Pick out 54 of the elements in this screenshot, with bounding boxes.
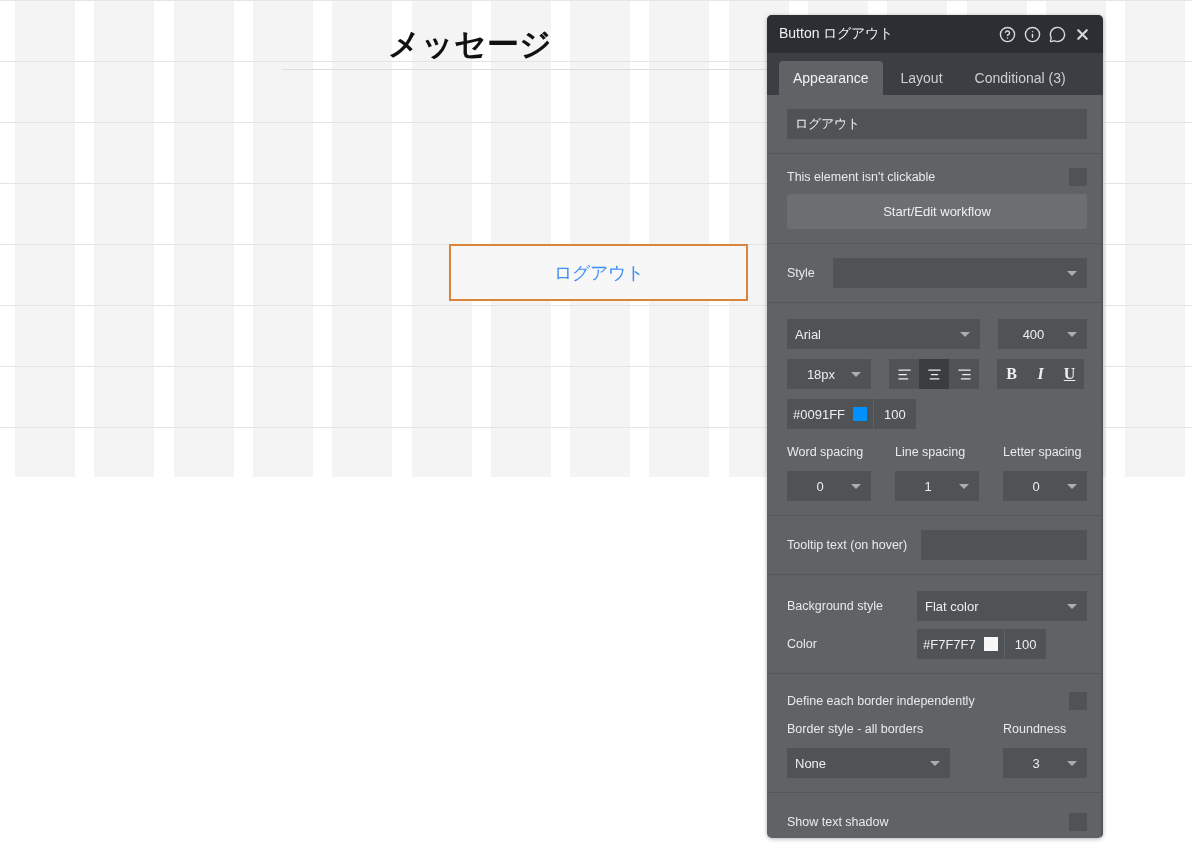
roundness-label: Roundness xyxy=(1003,722,1068,736)
caret-icon xyxy=(959,484,969,489)
style-label: Style xyxy=(787,266,815,280)
size-dropdown[interactable]: 18px xyxy=(787,359,871,389)
panel-tab[interactable]: Appearance xyxy=(779,61,883,95)
spacing-dropdown[interactable]: 0 xyxy=(787,471,871,501)
align-center-icon xyxy=(926,366,942,382)
caret-icon xyxy=(851,372,861,377)
border-style-dropdown[interactable]: None xyxy=(787,748,950,778)
roundness-dropdown[interactable]: 3 xyxy=(1003,748,1087,778)
spacing-label: Line spacing xyxy=(895,445,967,459)
color-swatch[interactable] xyxy=(983,637,998,651)
align-left-icon xyxy=(896,366,912,382)
format-button[interactable]: B xyxy=(997,359,1026,389)
spacing-label: Letter spacing xyxy=(1003,445,1083,459)
text-input-field[interactable]: ログアウト xyxy=(787,109,1087,139)
color-field[interactable]: #F7F7F7 xyxy=(917,629,1004,659)
color-field[interactable]: #0091FF xyxy=(787,399,874,429)
workflow-button[interactable]: Start/Edit workflow xyxy=(787,194,1087,229)
option-label: This element isn't clickable xyxy=(787,170,936,184)
color-label: Color xyxy=(787,637,818,651)
format-button[interactable]: U xyxy=(1055,359,1084,389)
comment-icon[interactable] xyxy=(1049,25,1066,43)
align-button[interactable] xyxy=(919,359,949,389)
tooltip-label: Tooltip text (on hover) xyxy=(787,538,908,552)
caret-icon xyxy=(1067,761,1077,766)
spacing-dropdown[interactable]: 0 xyxy=(1003,471,1087,501)
opacity-field[interactable]: 100 xyxy=(874,399,916,429)
background-style-label: Background style xyxy=(787,599,884,613)
help-icon[interactable] xyxy=(999,25,1016,43)
spacing-dropdown[interactable]: 1 xyxy=(895,471,979,501)
panel-title: Button ログアウト xyxy=(779,25,895,43)
caret-icon xyxy=(1067,484,1077,489)
background-style-dropdown[interactable]: Flat color xyxy=(917,591,1087,621)
panel-tab[interactable]: Conditional (3) xyxy=(960,61,1080,95)
border-style-label: Border style - all borders xyxy=(787,722,924,736)
info-icon[interactable] xyxy=(1024,25,1041,43)
opacity-field[interactable]: 100 xyxy=(1004,629,1047,659)
color-swatch[interactable] xyxy=(853,407,868,421)
format-button[interactable]: I xyxy=(1026,359,1055,389)
panel-tab[interactable]: Layout xyxy=(886,61,957,95)
font-dropdown[interactable]: Arial xyxy=(787,319,980,349)
align-right-icon xyxy=(956,366,972,382)
caret-icon xyxy=(851,484,861,489)
caret-icon xyxy=(960,332,970,337)
option-label: Show text shadow xyxy=(787,815,889,829)
caret-icon xyxy=(1067,604,1077,609)
page-heading: メッセージ xyxy=(388,24,552,65)
caret-icon xyxy=(1067,332,1077,337)
weight-dropdown[interactable]: 400 xyxy=(998,319,1087,349)
caret-icon xyxy=(930,761,940,766)
option-label: Define each border independently xyxy=(787,694,975,708)
caret-icon xyxy=(1067,271,1077,276)
spacing-label: Word spacing xyxy=(787,445,865,459)
